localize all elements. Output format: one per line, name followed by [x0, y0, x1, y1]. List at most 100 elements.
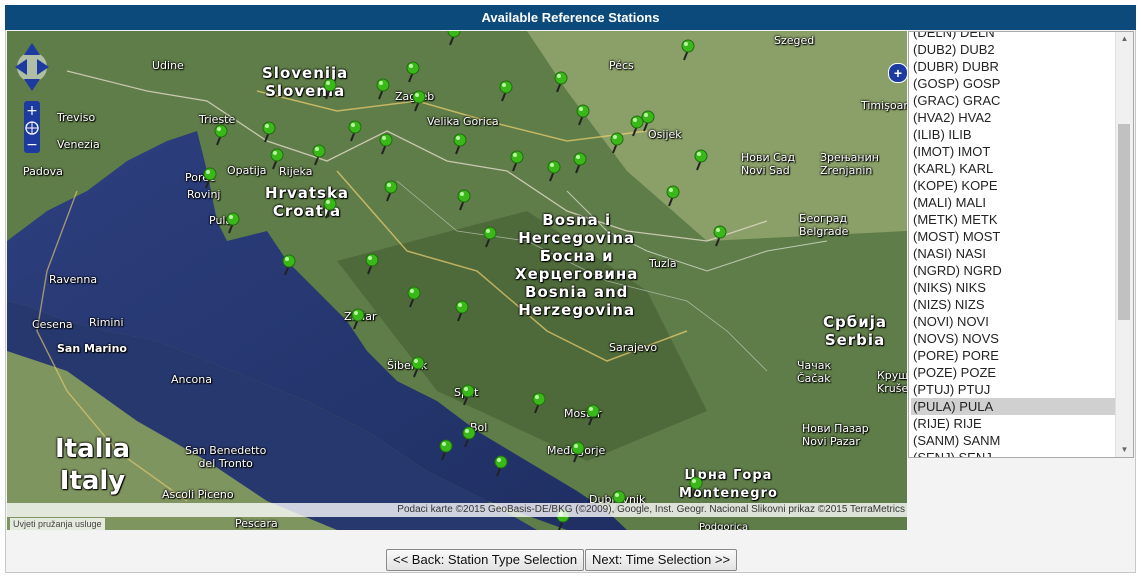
station-option[interactable]: (MOST) MOST — [911, 228, 1117, 245]
station-marker-icon[interactable] — [571, 441, 585, 463]
station-marker-icon[interactable] — [348, 120, 362, 142]
station-marker-icon[interactable] — [499, 80, 513, 102]
station-marker-icon[interactable] — [203, 167, 217, 189]
pan-down-icon[interactable] — [24, 79, 40, 91]
station-marker-icon[interactable] — [323, 197, 337, 219]
station-marker-icon[interactable] — [666, 185, 680, 207]
station-option[interactable]: (PULA) PULA — [911, 398, 1117, 415]
station-marker-icon[interactable] — [547, 160, 561, 182]
station-marker-icon[interactable] — [323, 78, 337, 100]
station-marker-icon[interactable] — [457, 189, 471, 211]
station-marker-icon[interactable] — [376, 78, 390, 100]
station-option[interactable]: (HVA2) HVA2 — [911, 109, 1117, 126]
scroll-down-icon[interactable]: ▼ — [1116, 443, 1133, 457]
station-marker-icon[interactable] — [586, 404, 600, 426]
map-label: Rovinj — [187, 188, 221, 201]
map-label: Pécs — [609, 59, 634, 72]
map-fullscreen-plus-icon[interactable]: + — [888, 63, 908, 83]
station-list[interactable]: (DELN) DELN (DUB2) DUB2 (DUBR) DUBR (GOSP) … — [908, 31, 1134, 458]
station-marker-icon[interactable] — [282, 254, 296, 276]
station-option[interactable]: (ILIB) ILIB — [911, 126, 1117, 143]
station-option[interactable]: (GRAC) GRAC — [911, 92, 1117, 109]
map-label: Cesena — [32, 318, 73, 331]
station-marker-icon[interactable] — [226, 212, 240, 234]
station-marker-icon[interactable] — [681, 39, 695, 61]
station-option[interactable]: (IMOT) IMOT — [911, 143, 1117, 160]
scroll-thumb[interactable] — [1118, 124, 1130, 320]
station-option[interactable]: (RIJE) RIJE — [911, 415, 1117, 432]
station-option[interactable]: (KOPE) KOPE — [911, 177, 1117, 194]
station-option[interactable]: (PTUJ) PTUJ — [911, 381, 1117, 398]
station-option[interactable]: (METK) METK — [911, 211, 1117, 228]
wizard-buttons: << Back: Station Type Selection Next: Ti… — [386, 549, 738, 571]
map-label: Pescara — [235, 517, 278, 530]
station-marker-icon[interactable] — [262, 121, 276, 143]
station-option[interactable]: (SENJ) SENJ — [911, 449, 1117, 457]
station-option[interactable]: (MALI) MALI — [911, 194, 1117, 211]
station-option[interactable]: (NASI) NASI — [911, 245, 1117, 262]
station-marker-icon[interactable] — [532, 392, 546, 414]
station-marker-icon[interactable] — [713, 225, 727, 247]
map-terms-link[interactable]: Uvjeti pružanja usluge — [10, 518, 105, 530]
station-option[interactable]: (GOSP) GOSP — [911, 75, 1117, 92]
station-list-scrollbar[interactable]: ▲ ▼ — [1115, 32, 1133, 457]
station-marker-icon[interactable] — [365, 253, 379, 275]
station-marker-icon[interactable] — [689, 476, 703, 498]
station-marker-icon[interactable] — [483, 226, 497, 248]
station-marker-icon[interactable] — [462, 426, 476, 448]
station-option[interactable]: (NIKS) NIKS — [911, 279, 1117, 296]
station-marker-icon[interactable] — [554, 71, 568, 93]
station-option[interactable]: (DUBR) DUBR — [911, 58, 1117, 75]
map-label: Podgorica — [699, 522, 749, 530]
station-option[interactable]: (POZE) POZE — [911, 364, 1117, 381]
station-marker-icon[interactable] — [447, 31, 461, 46]
station-marker-icon[interactable] — [214, 124, 228, 146]
map-label: Treviso — [57, 111, 96, 124]
station-option[interactable]: (NGRD) NGRD — [911, 262, 1117, 279]
station-option[interactable]: (KARL) KARL — [911, 160, 1117, 177]
station-marker-icon[interactable] — [455, 300, 469, 322]
station-marker-icon[interactable] — [439, 439, 453, 461]
station-option[interactable]: (DUB2) DUB2 — [911, 41, 1117, 58]
station-marker-icon[interactable] — [407, 286, 421, 308]
station-option[interactable]: (NOVS) NOVS — [911, 330, 1117, 347]
back-button[interactable]: << Back: Station Type Selection — [386, 549, 585, 571]
station-marker-icon[interactable] — [641, 110, 655, 132]
station-option[interactable]: (NIZS) NIZS — [911, 296, 1117, 313]
next-button[interactable]: Next: Time Selection >> — [585, 549, 738, 571]
station-marker-icon[interactable] — [576, 104, 590, 126]
map-label: Padova — [23, 165, 63, 178]
map-nav-controls[interactable]: + − — [13, 37, 53, 155]
station-marker-icon[interactable] — [270, 148, 284, 170]
station-marker-icon[interactable] — [384, 180, 398, 202]
station-marker-icon[interactable] — [379, 133, 393, 155]
station-marker-icon[interactable] — [453, 133, 467, 155]
map-label: San Benedetto del Tronto — [185, 444, 267, 470]
station-marker-icon[interactable] — [694, 149, 708, 171]
map-label: Udine — [152, 59, 184, 72]
scroll-up-icon[interactable]: ▲ — [1116, 32, 1133, 46]
station-marker-icon[interactable] — [494, 455, 508, 477]
map-label: Timişoar — [861, 99, 907, 112]
station-marker-icon[interactable] — [510, 150, 524, 172]
station-option[interactable]: (DELN) DELN — [911, 32, 1117, 41]
map-view[interactable]: + − Udine Slovenija Slovenia Szeged Pécs … — [7, 31, 907, 530]
station-marker-icon[interactable] — [351, 308, 365, 330]
station-marker-icon[interactable] — [412, 90, 426, 112]
station-option[interactable]: (PORE) PORE — [911, 347, 1117, 364]
station-marker-icon[interactable] — [610, 132, 624, 154]
map-label: Opatija — [227, 164, 267, 177]
station-marker-icon[interactable] — [312, 144, 326, 166]
station-option[interactable]: (SANM) SANM — [911, 432, 1117, 449]
station-marker-icon[interactable] — [411, 356, 425, 378]
station-option[interactable]: (NOVI) NOVI — [911, 313, 1117, 330]
pan-up-icon[interactable] — [24, 43, 40, 55]
map-label: Зрењанин Zrenjanin — [820, 151, 879, 177]
zoom-in-icon[interactable]: + — [26, 103, 38, 119]
zoom-out-icon[interactable]: − — [26, 137, 38, 153]
map-label: Ravenna — [49, 273, 98, 286]
station-marker-icon[interactable] — [461, 384, 475, 406]
station-marker-icon[interactable] — [406, 61, 420, 83]
map-label: Bosna i Hercegovina Босна и Херцеговина Bo… — [515, 211, 639, 319]
station-marker-icon[interactable] — [573, 152, 587, 174]
